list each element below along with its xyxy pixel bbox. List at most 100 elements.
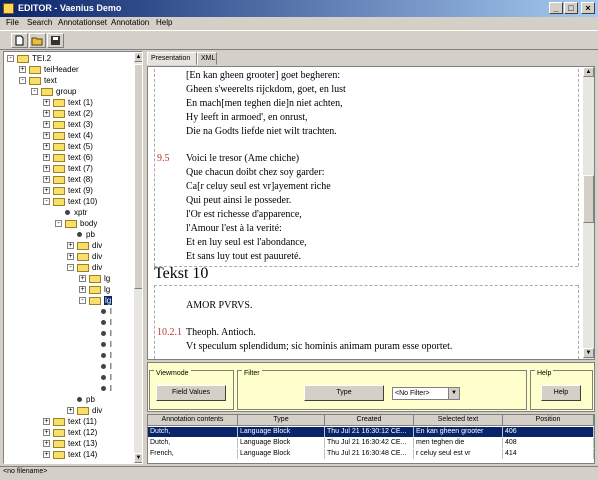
tree-scroll-thumb[interactable] <box>134 64 142 289</box>
expand-icon[interactable]: + <box>43 440 50 448</box>
new-file-button[interactable] <box>11 33 28 48</box>
collapse-icon[interactable]: - <box>7 55 14 63</box>
expand-icon[interactable]: + <box>79 286 86 294</box>
tree-node[interactable]: - text (10) <box>43 196 97 207</box>
filter-select[interactable]: <No Filter> ▼ <box>392 387 460 400</box>
table-row[interactable]: Dutch, Language Block Thu Jul 21 16:30:1… <box>148 427 594 437</box>
menu-help[interactable]: Help <box>156 18 172 27</box>
field-values-button[interactable]: Field Values <box>156 385 226 401</box>
tree-node[interactable]: + text (14) <box>43 449 97 460</box>
tree-node[interactable]: + teiHeader <box>19 64 79 75</box>
menu-file[interactable]: File <box>6 18 19 27</box>
expand-icon[interactable]: + <box>43 451 50 459</box>
expand-icon[interactable]: + <box>43 187 50 195</box>
collapse-icon[interactable]: - <box>67 264 74 272</box>
tree-node[interactable]: + text (2) <box>43 108 93 119</box>
tree-node[interactable]: - div <box>67 262 102 273</box>
column-header[interactable]: Selected text <box>414 415 503 426</box>
maximize-button[interactable]: □ <box>564 2 578 14</box>
tree-node[interactable]: l <box>91 339 112 350</box>
tree-node[interactable]: + text (1) <box>43 97 93 108</box>
menu-annotation[interactable]: Annotation <box>111 18 149 27</box>
expand-icon[interactable]: + <box>79 275 86 283</box>
tree-node[interactable]: - body <box>55 218 97 229</box>
tree-node[interactable]: - group <box>31 86 76 97</box>
presentation-view[interactable]: [En kan gheen grooter] goet begheren: Gh… <box>147 66 595 360</box>
tree-node[interactable]: - TEI.2 <box>7 53 51 64</box>
tab-presentation[interactable]: Presentation <box>147 52 197 65</box>
tree-node[interactable]: + text (13) <box>43 438 97 449</box>
tree-node[interactable]: + lg <box>79 273 110 284</box>
collapse-icon[interactable]: - <box>55 220 62 228</box>
tree-node[interactable]: - text <box>19 75 57 86</box>
tree-node[interactable]: + text (6) <box>43 152 93 163</box>
expand-icon[interactable]: + <box>43 121 50 129</box>
tree-node[interactable]: + text (3) <box>43 119 93 130</box>
expand-icon[interactable]: + <box>43 165 50 173</box>
tree-node[interactable]: xptr <box>55 207 87 218</box>
expand-icon[interactable]: + <box>43 99 50 107</box>
tree-node[interactable]: pb <box>67 229 95 240</box>
tree-node[interactable]: l <box>91 361 112 372</box>
annotation-table[interactable]: Annotation contents Type Created Selecte… <box>147 414 595 464</box>
expand-icon[interactable]: + <box>67 253 74 261</box>
tree-node[interactable]: + text (9) <box>43 185 93 196</box>
column-header[interactable]: Annotation contents <box>148 415 238 426</box>
collapse-icon[interactable]: - <box>79 297 86 305</box>
scroll-down-icon[interactable]: ▼ <box>134 453 142 463</box>
expand-icon[interactable]: + <box>43 110 50 118</box>
expand-icon[interactable]: + <box>43 154 50 162</box>
expand-icon[interactable]: + <box>43 143 50 151</box>
scroll-up-icon[interactable]: ▲ <box>583 67 594 77</box>
tree-node[interactable]: + lg <box>79 284 110 295</box>
expand-icon[interactable]: + <box>43 176 50 184</box>
column-header[interactable]: Position <box>503 415 594 426</box>
menu-search[interactable]: Search <box>27 18 52 27</box>
tree-node[interactable]: + text (4) <box>43 130 93 141</box>
filter-type-button[interactable]: Type <box>304 385 384 401</box>
expand-icon[interactable]: + <box>43 132 50 140</box>
tree-node[interactable]: pb <box>67 394 95 405</box>
chevron-down-icon[interactable]: ▼ <box>448 388 459 399</box>
collapse-icon[interactable]: - <box>43 198 50 206</box>
expand-icon[interactable]: + <box>43 429 50 437</box>
close-button[interactable]: × <box>581 2 595 14</box>
scroll-down-icon[interactable]: ▼ <box>583 348 594 358</box>
tree-node[interactable]: l <box>91 317 112 328</box>
column-header[interactable]: Created <box>325 415 414 426</box>
expand-icon[interactable]: + <box>67 242 74 250</box>
collapse-icon[interactable]: - <box>31 88 38 96</box>
expand-icon[interactable]: + <box>43 418 50 426</box>
tree-node[interactable]: l <box>91 383 112 394</box>
document-scroll-thumb[interactable] <box>583 175 594 223</box>
tree-node[interactable]: + div <box>67 240 102 251</box>
tree-node[interactable]: + text (5) <box>43 141 93 152</box>
tree-node[interactable]: l <box>91 372 112 383</box>
scroll-up-icon[interactable]: ▲ <box>134 52 142 62</box>
help-button[interactable]: Help <box>541 385 581 401</box>
tab-xml[interactable]: XML <box>197 52 217 65</box>
menu-annotationset[interactable]: Annotationset <box>58 18 107 27</box>
tree-node[interactable]: l <box>91 328 112 339</box>
table-row[interactable]: Dutch, Language Block Thu Jul 21 16:30:4… <box>148 438 594 448</box>
collapse-icon[interactable]: - <box>19 77 26 85</box>
expand-icon[interactable]: + <box>67 407 74 415</box>
tree-node[interactable]: + text (7) <box>43 163 93 174</box>
tree-node[interactable]: + div <box>67 251 102 262</box>
tree-node[interactable]: l <box>91 306 112 317</box>
tree-node[interactable]: + text (8) <box>43 174 93 185</box>
document-tree[interactable]: - TEI.2 + teiHeader - text - group + text (1) + tex… <box>3 51 143 464</box>
document-scrollbar[interactable]: ▲ ▼ <box>583 67 594 359</box>
tree-node[interactable]: + text (12) <box>43 427 97 438</box>
tree-node[interactable]: + text (11) <box>43 416 97 427</box>
open-file-button[interactable] <box>29 33 46 48</box>
tree-node[interactable]: + div <box>67 405 102 416</box>
tree-node[interactable]: l <box>91 350 112 361</box>
expand-icon[interactable]: + <box>19 66 26 74</box>
column-header[interactable]: Type <box>238 415 325 426</box>
tree-node[interactable]: - lg <box>79 295 113 306</box>
table-row[interactable]: French, Language Block Thu Jul 21 16:30:… <box>148 449 594 459</box>
tree-scrollbar[interactable]: ▲ ▼ <box>134 52 142 463</box>
minimize-button[interactable]: _ <box>549 2 563 14</box>
save-button[interactable] <box>47 33 64 48</box>
